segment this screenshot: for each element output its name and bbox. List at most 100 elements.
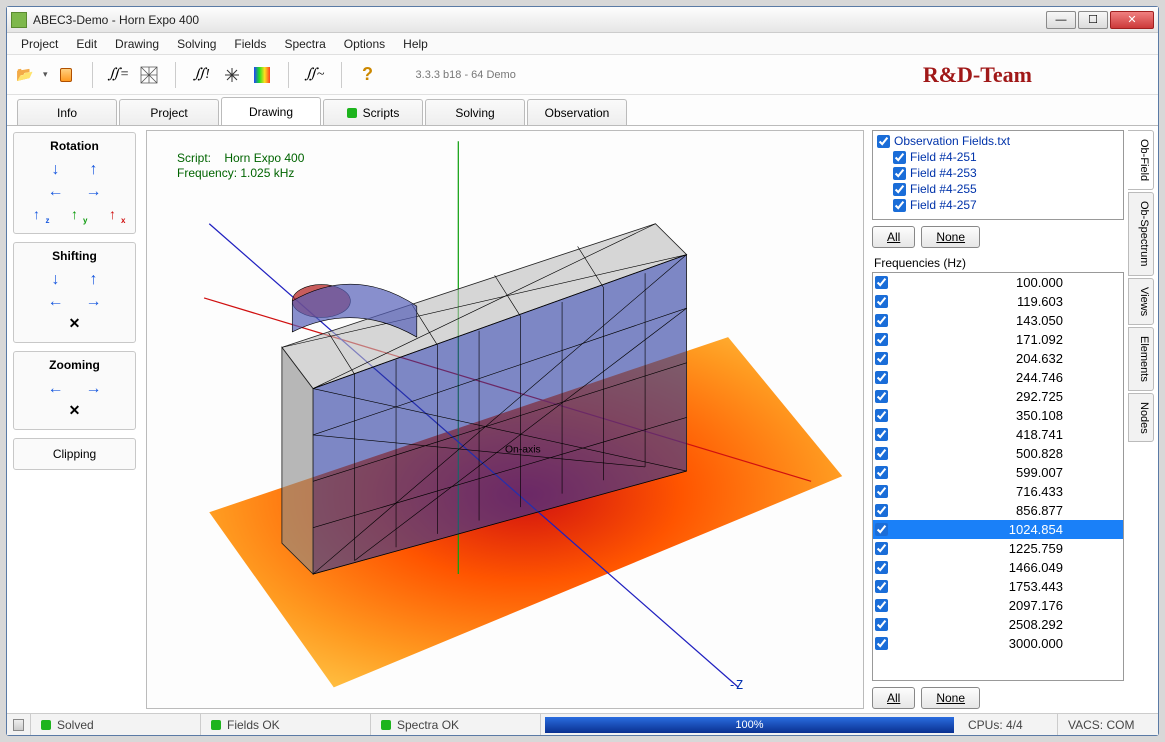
frequency-checkbox[interactable]: [875, 333, 888, 346]
menu-drawing[interactable]: Drawing: [107, 35, 167, 53]
integral-bang-icon[interactable]: ∬!: [190, 63, 214, 87]
frequency-checkbox[interactable]: [875, 447, 888, 460]
clipping-panel[interactable]: Clipping: [13, 438, 136, 470]
frequency-row[interactable]: 204.632: [873, 349, 1123, 368]
frequency-checkbox[interactable]: [875, 276, 888, 289]
tree-item-checkbox[interactable]: [893, 199, 906, 212]
vtab-ob-spectrum[interactable]: Ob-Spectrum: [1128, 192, 1154, 275]
integral-mesh-icon[interactable]: ∬=: [107, 63, 131, 87]
frequency-checkbox[interactable]: [875, 580, 888, 593]
frequency-checkbox[interactable]: [875, 485, 888, 498]
frequency-row[interactable]: 599.007: [873, 463, 1123, 482]
vtab-views[interactable]: Views: [1128, 278, 1154, 325]
frequency-checkbox[interactable]: [875, 561, 888, 574]
tree-item-checkbox[interactable]: [893, 183, 906, 196]
frequency-row[interactable]: 856.877: [873, 501, 1123, 520]
frequencies-list[interactable]: 100.000119.603143.050171.092204.632244.7…: [872, 272, 1124, 681]
frequency-checkbox[interactable]: [875, 428, 888, 441]
integral-wave-icon[interactable]: ∬~: [303, 63, 327, 87]
frequency-row[interactable]: 292.725: [873, 387, 1123, 406]
frequency-row[interactable]: 418.741: [873, 425, 1123, 444]
frequency-checkbox[interactable]: [875, 523, 888, 536]
zoom-out-icon[interactable]: ←: [47, 380, 65, 398]
frequency-checkbox[interactable]: [875, 314, 888, 327]
frequency-checkbox[interactable]: [875, 599, 888, 612]
freq-none-button[interactable]: None: [921, 687, 980, 709]
observation-tree[interactable]: Observation Fields.txtField #4-251Field …: [872, 130, 1124, 220]
menu-fields[interactable]: Fields: [226, 35, 274, 53]
frequency-row[interactable]: 143.050: [873, 311, 1123, 330]
frequency-checkbox[interactable]: [875, 618, 888, 631]
shift-left-icon[interactable]: ←: [47, 293, 65, 311]
frequency-checkbox[interactable]: [875, 295, 888, 308]
frequency-checkbox[interactable]: [875, 637, 888, 650]
frequency-row[interactable]: 1225.759: [873, 539, 1123, 558]
frequency-row[interactable]: 100.000: [873, 273, 1123, 292]
frequency-checkbox[interactable]: [875, 466, 888, 479]
drawing-viewport[interactable]: On-axis Script: Horn Expo 400 Frequency:…: [146, 130, 864, 709]
tab-scripts[interactable]: Scripts: [323, 99, 423, 125]
sparkle-icon[interactable]: [220, 63, 244, 87]
frequency-checkbox[interactable]: [875, 504, 888, 517]
tree-item[interactable]: Field #4-253: [875, 165, 1121, 181]
tree-all-button[interactable]: All: [872, 226, 915, 248]
frequency-checkbox[interactable]: [875, 352, 888, 365]
menu-spectra[interactable]: Spectra: [276, 35, 333, 53]
shift-up-icon[interactable]: ↑: [85, 271, 103, 289]
tree-item[interactable]: Field #4-251: [875, 149, 1121, 165]
tab-project[interactable]: Project: [119, 99, 219, 125]
vtab-nodes[interactable]: Nodes: [1128, 393, 1154, 443]
tab-solving[interactable]: Solving: [425, 99, 525, 125]
vtab-ob-field[interactable]: Ob-Field: [1128, 130, 1154, 190]
minimize-button[interactable]: —: [1046, 11, 1076, 29]
frequency-row[interactable]: 171.092: [873, 330, 1123, 349]
rotate-up-icon[interactable]: ↑: [85, 161, 103, 179]
frequency-row[interactable]: 716.433: [873, 482, 1123, 501]
zoom-in-icon[interactable]: →: [85, 380, 103, 398]
rotate-y-axis-icon[interactable]: ↑y: [66, 205, 84, 223]
menu-options[interactable]: Options: [336, 35, 393, 53]
rotate-left-icon[interactable]: ←: [47, 183, 65, 201]
frequency-row[interactable]: 350.108: [873, 406, 1123, 425]
tree-root-checkbox[interactable]: [877, 135, 890, 148]
rotate-down-icon[interactable]: ↓: [47, 161, 65, 179]
frequency-checkbox[interactable]: [875, 371, 888, 384]
stop-icon[interactable]: [54, 63, 78, 87]
tab-drawing[interactable]: Drawing: [221, 97, 321, 125]
close-button[interactable]: ✕: [1110, 11, 1154, 29]
frequency-checkbox[interactable]: [875, 409, 888, 422]
menu-solving[interactable]: Solving: [169, 35, 224, 53]
frequency-row[interactable]: 1466.049: [873, 558, 1123, 577]
help-icon[interactable]: ?: [356, 63, 380, 87]
open-icon[interactable]: 📂: [13, 63, 37, 87]
rotate-x-axis-icon[interactable]: ↑x: [104, 205, 122, 223]
zoom-reset-icon[interactable]: ✕: [69, 402, 81, 419]
menu-project[interactable]: Project: [13, 35, 66, 53]
frequency-row[interactable]: 1024.854: [873, 520, 1123, 539]
vtab-elements[interactable]: Elements: [1128, 327, 1154, 391]
tab-observation[interactable]: Observation: [527, 99, 627, 125]
freq-all-button[interactable]: All: [872, 687, 915, 709]
tree-item-checkbox[interactable]: [893, 167, 906, 180]
rotate-right-icon[interactable]: →: [85, 183, 103, 201]
tree-root[interactable]: Observation Fields.txt: [875, 133, 1121, 149]
tree-item[interactable]: Field #4-257: [875, 197, 1121, 213]
colormap-icon[interactable]: [250, 63, 274, 87]
mesh-icon[interactable]: [137, 63, 161, 87]
frequency-row[interactable]: 244.746: [873, 368, 1123, 387]
rotate-z-axis-icon[interactable]: ↑z: [28, 205, 46, 223]
tree-none-button[interactable]: None: [921, 226, 980, 248]
frequency-checkbox[interactable]: [875, 390, 888, 403]
frequency-row[interactable]: 2508.292: [873, 615, 1123, 634]
shift-right-icon[interactable]: →: [85, 293, 103, 311]
shift-down-icon[interactable]: ↓: [47, 271, 65, 289]
tab-info[interactable]: Info: [17, 99, 117, 125]
frequency-checkbox[interactable]: [875, 542, 888, 555]
frequency-row[interactable]: 2097.176: [873, 596, 1123, 615]
frequency-row[interactable]: 1753.443: [873, 577, 1123, 596]
frequency-row[interactable]: 500.828: [873, 444, 1123, 463]
frequency-row[interactable]: 3000.000: [873, 634, 1123, 653]
tree-item[interactable]: Field #4-255: [875, 181, 1121, 197]
shift-reset-icon[interactable]: ✕: [69, 315, 81, 332]
menu-edit[interactable]: Edit: [68, 35, 105, 53]
